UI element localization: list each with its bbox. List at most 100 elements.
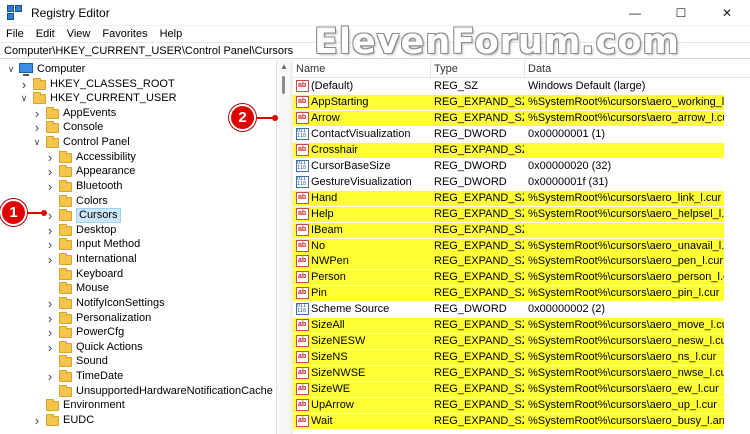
chevron-right-icon[interactable]: › xyxy=(32,413,42,428)
value-row[interactable]: ab UpArrow REG_EXPAND_SZ %SystemRoot%\curso… xyxy=(293,398,724,413)
tree-item[interactable]: Mouse xyxy=(0,281,276,296)
value-row[interactable]: ab IBeam REG_EXPAND_SZ xyxy=(293,222,724,238)
value-row[interactable]: ab Wait REG_EXPAND_SZ %SystemRoot%\cursors\… xyxy=(293,413,724,429)
tree-item[interactable]: › Desktop xyxy=(0,223,276,238)
tree-item[interactable]: Keyboard xyxy=(0,267,276,282)
value-row[interactable]: ab SizeWE REG_EXPAND_SZ %SystemRoot%\cursor… xyxy=(293,382,724,398)
value-data: 0x00000001 (1) xyxy=(528,127,606,140)
value-row[interactable]: ab Hand REG_EXPAND_SZ %SystemRoot%\cursors\… xyxy=(293,190,724,206)
tree-item[interactable]: › Quick Actions xyxy=(0,340,276,355)
value-row[interactable]: 011 110 CursorBaseSize REG_DWORD 0x00000020… xyxy=(293,159,724,174)
menu-view[interactable]: View xyxy=(61,28,97,40)
chevron-right-icon[interactable]: › xyxy=(45,340,55,355)
value-type: REG_EXPAND_SZ xyxy=(434,414,524,427)
value-row[interactable]: ab Person REG_EXPAND_SZ %SystemRoot%\cursor… xyxy=(293,270,724,286)
tree-item[interactable]: › Personalization xyxy=(0,311,276,326)
value-row[interactable]: ab (Default) REG_SZ Windows Default (large) xyxy=(293,79,724,94)
close-button[interactable]: ✕ xyxy=(704,0,750,26)
tree-item[interactable]: › PowerCfg xyxy=(0,325,276,340)
value-row[interactable]: ab Help REG_EXPAND_SZ %SystemRoot%\cursors\… xyxy=(293,206,724,222)
value-row[interactable]: ab Crosshair REG_EXPAND_SZ xyxy=(293,142,724,158)
chevron-right-icon[interactable]: › xyxy=(45,369,55,384)
scroll-up-icon[interactable]: ▲ xyxy=(280,62,288,71)
chevron-right-icon[interactable]: › xyxy=(45,237,55,252)
value-row[interactable]: ab SizeNS REG_EXPAND_SZ %SystemRoot%\cursor… xyxy=(293,350,724,366)
tree-item[interactable]: Environment xyxy=(0,398,276,413)
tree-item[interactable]: ∨ Control Panel xyxy=(0,135,276,150)
menu-help[interactable]: Help xyxy=(154,28,189,40)
tree-item[interactable]: Colors xyxy=(0,194,276,209)
chevron-right-icon[interactable]: › xyxy=(32,106,42,121)
folder-icon xyxy=(59,311,72,324)
folder-icon xyxy=(59,384,72,397)
chevron-down-icon[interactable]: ∨ xyxy=(19,91,29,106)
chevron-down-icon[interactable]: ∨ xyxy=(32,135,42,150)
value-row[interactable]: 011 110 GestureVisualization REG_DWORD 0x00… xyxy=(293,175,724,190)
value-row[interactable]: ab No REG_EXPAND_SZ %SystemRoot%\cursors\ae… xyxy=(293,238,724,254)
tree-item-label: HKEY_CURRENT_USER xyxy=(50,92,177,105)
folder-icon xyxy=(59,296,72,309)
list-header: Name Type Data xyxy=(293,60,750,78)
tree-item[interactable]: › NotifyIconSettings xyxy=(0,296,276,311)
chevron-right-icon[interactable]: › xyxy=(45,325,55,340)
tree-item[interactable]: ∨ HKEY_CURRENT_USER xyxy=(0,91,276,106)
chevron-right-icon[interactable]: › xyxy=(45,164,55,179)
tree-item[interactable]: › Bluetooth xyxy=(0,179,276,194)
tree-item[interactable]: › Input Method xyxy=(0,237,276,252)
chevron-right-icon[interactable]: › xyxy=(45,252,55,267)
tree-item[interactable]: › HKEY_CLASSES_ROOT xyxy=(0,77,276,92)
value-row[interactable]: ab SizeNESW REG_EXPAND_SZ %SystemRoot%\curs… xyxy=(293,334,724,350)
folder-icon xyxy=(59,355,72,368)
chevron-right-icon[interactable]: › xyxy=(45,296,55,311)
folder-icon xyxy=(46,136,59,149)
column-name[interactable]: Name xyxy=(293,60,431,78)
menu-file[interactable]: File xyxy=(0,28,30,40)
tree-item[interactable]: › TimeDate xyxy=(0,369,276,384)
value-row[interactable]: ab Pin REG_EXPAND_SZ %SystemRoot%\cursors\a… xyxy=(293,286,724,302)
value-row[interactable]: 011 110 Scheme Source REG_DWORD 0x00000002 … xyxy=(293,302,724,317)
address-bar[interactable]: Computer\HKEY_CURRENT_USER\Control Panel… xyxy=(0,42,750,59)
chevron-right-icon[interactable]: › xyxy=(19,77,29,92)
value-name: SizeNESW xyxy=(311,335,366,348)
string-value-icon: ab xyxy=(296,239,309,252)
title-bar: Registry Editor — ☐ ✕ xyxy=(0,0,750,26)
value-row[interactable]: ab AppStarting REG_EXPAND_SZ %SystemRoot%\c… xyxy=(293,94,724,110)
value-row[interactable]: ab Arrow REG_EXPAND_SZ %SystemRoot%\cursors… xyxy=(293,110,724,126)
chevron-right-icon[interactable]: › xyxy=(45,223,55,238)
maximize-button[interactable]: ☐ xyxy=(658,0,704,26)
scroll-thumb[interactable] xyxy=(282,76,285,94)
tree-item[interactable]: › Appearance xyxy=(0,164,276,179)
chevron-right-icon[interactable]: › xyxy=(45,179,55,194)
string-value-icon: ab xyxy=(296,287,309,300)
tree-item-label: Keyboard xyxy=(76,267,124,280)
value-type: REG_EXPAND_SZ xyxy=(434,239,524,252)
chevron-right-icon[interactable]: › xyxy=(32,120,42,135)
value-row[interactable]: ab NWPen REG_EXPAND_SZ %SystemRoot%\cursors… xyxy=(293,254,724,270)
tree-item-label: Sound xyxy=(76,355,108,368)
chevron-down-icon[interactable]: ∨ xyxy=(6,62,16,77)
value-data: %SystemRoot%\cursors\aero_busy_l.ani xyxy=(528,414,724,427)
value-row[interactable]: ab SizeNWSE REG_EXPAND_SZ %SystemRoot%\curs… xyxy=(293,366,724,382)
folder-icon xyxy=(33,77,46,90)
tree-item-label: Environment xyxy=(63,399,125,412)
tree-item[interactable]: ∨ Computer xyxy=(0,62,276,77)
tree-item[interactable]: Sound xyxy=(0,354,276,369)
column-type[interactable]: Type xyxy=(431,60,525,78)
tree-scrollbar[interactable]: ▲ xyxy=(276,60,290,434)
tree-item[interactable]: › EUDC xyxy=(0,413,276,428)
menu-edit[interactable]: Edit xyxy=(30,28,61,40)
value-row[interactable]: 011 110 ContactVisualization REG_DWORD 0x00… xyxy=(293,127,724,142)
column-data[interactable]: Data xyxy=(525,60,750,78)
value-data: %SystemRoot%\cursors\aero_up_l.cur xyxy=(528,399,717,411)
menu-bar: File Edit View Favorites Help xyxy=(0,26,188,42)
tree-item[interactable]: › International xyxy=(0,252,276,267)
chevron-right-icon[interactable]: › xyxy=(45,150,55,165)
tree-item[interactable]: › Accessibility xyxy=(0,150,276,165)
chevron-right-icon[interactable]: › xyxy=(45,311,55,326)
value-row[interactable]: ab SizeAll REG_EXPAND_SZ %SystemRoot%\curso… xyxy=(293,318,724,334)
window-title: Registry Editor xyxy=(31,5,110,20)
tree-item[interactable]: UnsupportedHardwareNotificationCache xyxy=(0,384,276,399)
menu-favorites[interactable]: Favorites xyxy=(96,28,153,40)
dword-value-icon: 011 110 xyxy=(296,303,309,316)
minimize-button[interactable]: — xyxy=(612,0,658,26)
